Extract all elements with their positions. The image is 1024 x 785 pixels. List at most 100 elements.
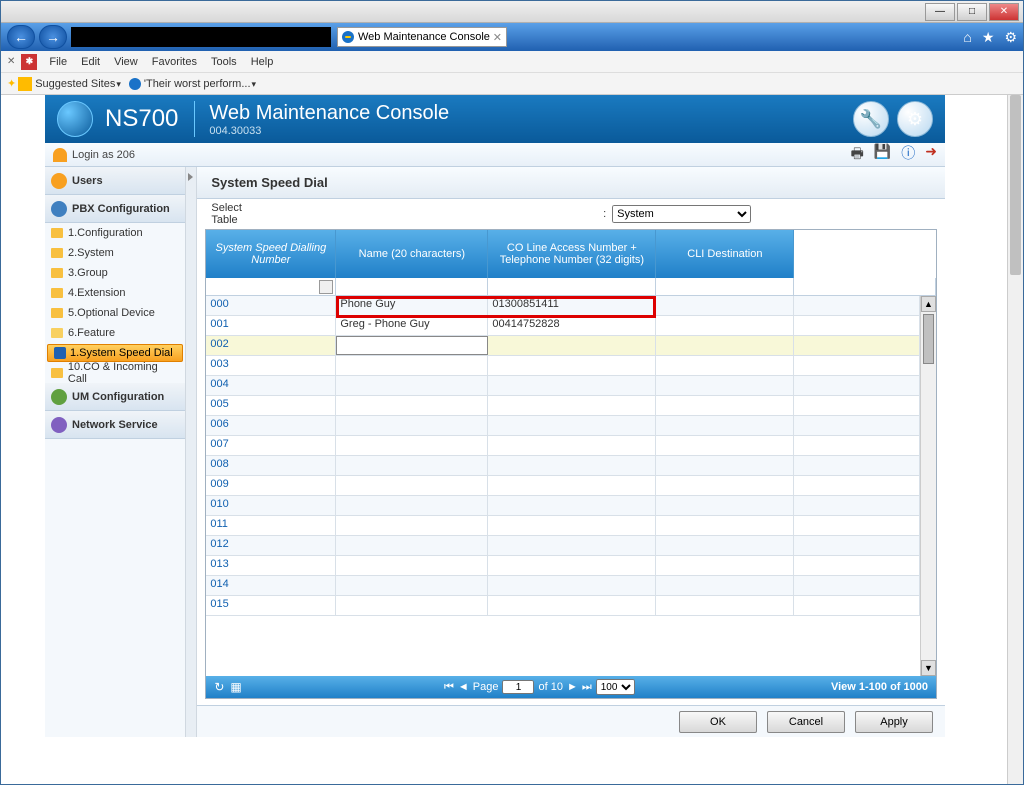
cell-dial-number[interactable]: 003	[206, 356, 336, 375]
print-icon[interactable]: 🖶	[851, 143, 864, 167]
cell-cli[interactable]	[656, 556, 794, 575]
cell-name[interactable]	[336, 536, 488, 555]
sidebar-users[interactable]: Users	[45, 167, 185, 195]
grid-scrollbar[interactable]: ▲ ▼	[920, 296, 936, 676]
menu-help[interactable]: Help	[251, 56, 274, 68]
scroll-up-icon[interactable]: ▲	[921, 296, 936, 312]
cell-telephone[interactable]	[488, 556, 656, 575]
prev-page-icon[interactable]: ◄	[458, 681, 469, 693]
tab-close-icon[interactable]: ✕	[493, 31, 502, 44]
cell-telephone[interactable]	[488, 516, 656, 535]
page-scrollbar[interactable]	[1007, 95, 1023, 784]
scroll-down-icon[interactable]: ▼	[921, 660, 936, 676]
table-row[interactable]: 013	[206, 556, 920, 576]
cell-cli[interactable]	[656, 576, 794, 595]
cell-name[interactable]	[336, 476, 488, 495]
cell-cli[interactable]	[656, 496, 794, 515]
cell-dial-number[interactable]: 007	[206, 436, 336, 455]
cell-dial-number[interactable]: 014	[206, 576, 336, 595]
cell-telephone[interactable]	[488, 456, 656, 475]
cell-telephone[interactable]	[488, 536, 656, 555]
table-row[interactable]: 003	[206, 356, 920, 376]
filter-dial-number[interactable]	[206, 278, 336, 296]
sidebar-collapse-handle[interactable]	[186, 167, 197, 737]
filter-name[interactable]	[336, 278, 488, 296]
cell-name[interactable]	[336, 456, 488, 475]
table-row[interactable]: 010	[206, 496, 920, 516]
info-icon[interactable]: ⓘ	[901, 143, 915, 167]
cell-name[interactable]	[336, 356, 488, 375]
table-row[interactable]: 000Phone Guy01300851411	[206, 296, 920, 316]
logout-icon[interactable]: ➜	[925, 143, 937, 167]
forward-button[interactable]: →	[39, 25, 67, 49]
cell-name[interactable]: Greg - Phone Guy	[336, 316, 488, 335]
sidebar-item-configuration[interactable]: 1.Configuration	[45, 223, 185, 243]
cell-dial-number[interactable]: 010	[206, 496, 336, 515]
cell-telephone[interactable]	[488, 576, 656, 595]
sidebar-item-group[interactable]: 3.Group	[45, 263, 185, 283]
cell-telephone[interactable]	[488, 356, 656, 375]
select-table-dropdown[interactable]: System	[612, 205, 751, 223]
cell-dial-number[interactable]: 015	[206, 596, 336, 615]
page-input[interactable]	[502, 680, 534, 694]
page-size-select[interactable]: 100	[596, 679, 635, 695]
table-row[interactable]: 005	[206, 396, 920, 416]
cell-telephone[interactable]	[488, 396, 656, 415]
cell-name[interactable]	[336, 596, 488, 615]
cell-name[interactable]: Phone Guy	[336, 296, 488, 315]
cell-name[interactable]	[336, 376, 488, 395]
cell-name[interactable]	[336, 496, 488, 515]
cell-dial-number[interactable]: 009	[206, 476, 336, 495]
ok-button[interactable]: OK	[679, 711, 757, 733]
sidebar-item-optional-device[interactable]: 5.Optional Device	[45, 303, 185, 323]
menu-view[interactable]: View	[114, 56, 138, 68]
tools-button[interactable]: 🔧	[853, 101, 889, 137]
cell-telephone[interactable]	[488, 416, 656, 435]
first-page-icon[interactable]: ⏮	[444, 681, 454, 694]
filter-cli[interactable]	[656, 278, 794, 296]
col-dialling-number[interactable]: System Speed Dialling Number	[206, 230, 336, 278]
sidebar-item-system-speed-dial[interactable]: 1.System Speed Dial	[47, 344, 183, 362]
table-row[interactable]: 001Greg - Phone Guy00414752828	[206, 316, 920, 336]
table-row[interactable]: 006	[206, 416, 920, 436]
cell-dial-number[interactable]: 012	[206, 536, 336, 555]
favorites-icon[interactable]: ★	[982, 29, 995, 46]
last-page-icon[interactable]: ⏭	[582, 681, 592, 694]
addon-icon[interactable]: ✱	[21, 54, 37, 70]
table-row[interactable]: 012	[206, 536, 920, 556]
home-icon[interactable]: ⌂	[963, 29, 971, 46]
sidebar-item-feature[interactable]: 6.Feature	[45, 323, 185, 343]
cell-name[interactable]	[336, 396, 488, 415]
refresh-icon[interactable]: ↻	[214, 680, 224, 694]
cell-name[interactable]	[336, 336, 488, 355]
cell-cli[interactable]	[656, 336, 794, 355]
cell-cli[interactable]	[656, 456, 794, 475]
cell-name[interactable]	[336, 576, 488, 595]
table-row[interactable]: 007	[206, 436, 920, 456]
next-page-icon[interactable]: ►	[567, 681, 578, 693]
cell-dial-number[interactable]: 001	[206, 316, 336, 335]
table-row[interactable]: 015	[206, 596, 920, 616]
cell-cli[interactable]	[656, 356, 794, 375]
cell-telephone[interactable]	[488, 436, 656, 455]
menu-favorites[interactable]: Favorites	[152, 56, 197, 68]
sidebar-um[interactable]: UM Configuration	[45, 383, 185, 411]
col-name[interactable]: Name (20 characters)	[336, 230, 488, 278]
menu-edit[interactable]: Edit	[81, 56, 100, 68]
table-row[interactable]: 009	[206, 476, 920, 496]
cell-dial-number[interactable]: 000	[206, 296, 336, 315]
sidebar-item-extension[interactable]: 4.Extension	[45, 283, 185, 303]
sidebar-pbx[interactable]: PBX Configuration	[45, 195, 185, 223]
cell-dial-number[interactable]: 002	[206, 336, 336, 355]
save-icon[interactable]: 💾	[874, 143, 891, 167]
cell-dial-number[interactable]: 008	[206, 456, 336, 475]
cell-name[interactable]	[336, 556, 488, 575]
cell-name[interactable]	[336, 516, 488, 535]
cell-cli[interactable]	[656, 536, 794, 555]
cell-telephone[interactable]	[488, 476, 656, 495]
sidebar-network[interactable]: Network Service	[45, 411, 185, 439]
cell-cli[interactable]	[656, 396, 794, 415]
cell-telephone[interactable]	[488, 496, 656, 515]
cell-cli[interactable]	[656, 376, 794, 395]
cell-telephone[interactable]	[488, 376, 656, 395]
